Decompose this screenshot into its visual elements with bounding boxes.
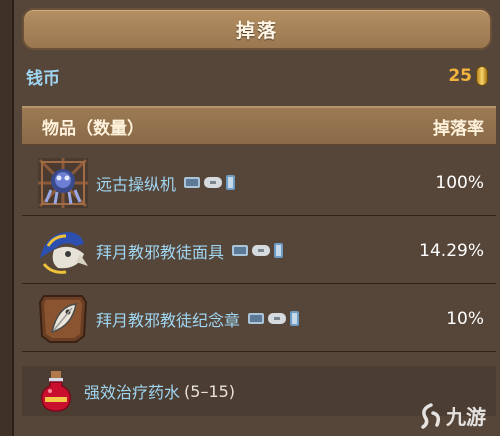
drop-rate: 100% (435, 172, 484, 193)
ancient-manipulator-icon[interactable] (36, 156, 90, 210)
coins-amount: 25 (448, 66, 488, 86)
coins-row: 钱币 25 (26, 60, 488, 92)
console-icon (268, 313, 287, 324)
platform-icons (184, 175, 236, 190)
cultist-mask-icon[interactable] (36, 224, 90, 278)
mobile-icon (274, 243, 284, 258)
drops-title-bar: 掉落 (22, 8, 492, 50)
drops-title: 掉落 (235, 19, 278, 42)
column-header-rate: 掉落率 (433, 118, 484, 139)
mobile-icon (290, 311, 300, 326)
pc-icon (248, 313, 265, 324)
pc-icon (232, 245, 249, 256)
drops-panel: 掉落 钱币 25 物品（数量） 掉落率 远古操纵机 100% 拜月教邪教徒面具 … (12, 0, 500, 436)
platform-icons (248, 311, 300, 326)
mobile-icon (226, 175, 236, 190)
drop-rate: 10% (446, 308, 484, 329)
item-quantity: (5–15) (184, 381, 236, 401)
pc-icon (184, 177, 201, 188)
column-header-item: 物品（数量） (42, 118, 144, 139)
cultist-trophy-icon[interactable] (36, 292, 90, 346)
watermark: 九游 (419, 401, 486, 430)
platform-icons (232, 243, 284, 258)
console-icon (204, 177, 223, 188)
greater-healing-potion-icon[interactable] (36, 369, 76, 413)
drop-rate: 14.29% (419, 240, 484, 261)
drops-table-header: 物品（数量） 掉落率 (22, 106, 496, 146)
table-row: 远古操纵机 100% (22, 150, 496, 216)
item-link-cultist-trophy[interactable]: 拜月教邪教徒纪念章 (96, 307, 240, 331)
table-row: 拜月教邪教徒纪念章 10% (22, 286, 496, 352)
table-row: 拜月教邪教徒面具 14.29% (22, 218, 496, 284)
coins-value: 25 (448, 66, 472, 86)
console-icon (252, 245, 271, 256)
item-link-ancient-manipulator[interactable]: 远古操纵机 (96, 171, 176, 195)
item-link-greater-healing-potion[interactable]: 强效治疗药水 (84, 379, 180, 403)
watermark-text: 九游 (446, 405, 486, 429)
jiuyou-logo-icon (421, 402, 441, 429)
coins-label[interactable]: 钱币 (26, 64, 60, 89)
item-link-cultist-mask[interactable]: 拜月教邪教徒面具 (96, 239, 224, 263)
gold-coin-icon (476, 66, 488, 86)
